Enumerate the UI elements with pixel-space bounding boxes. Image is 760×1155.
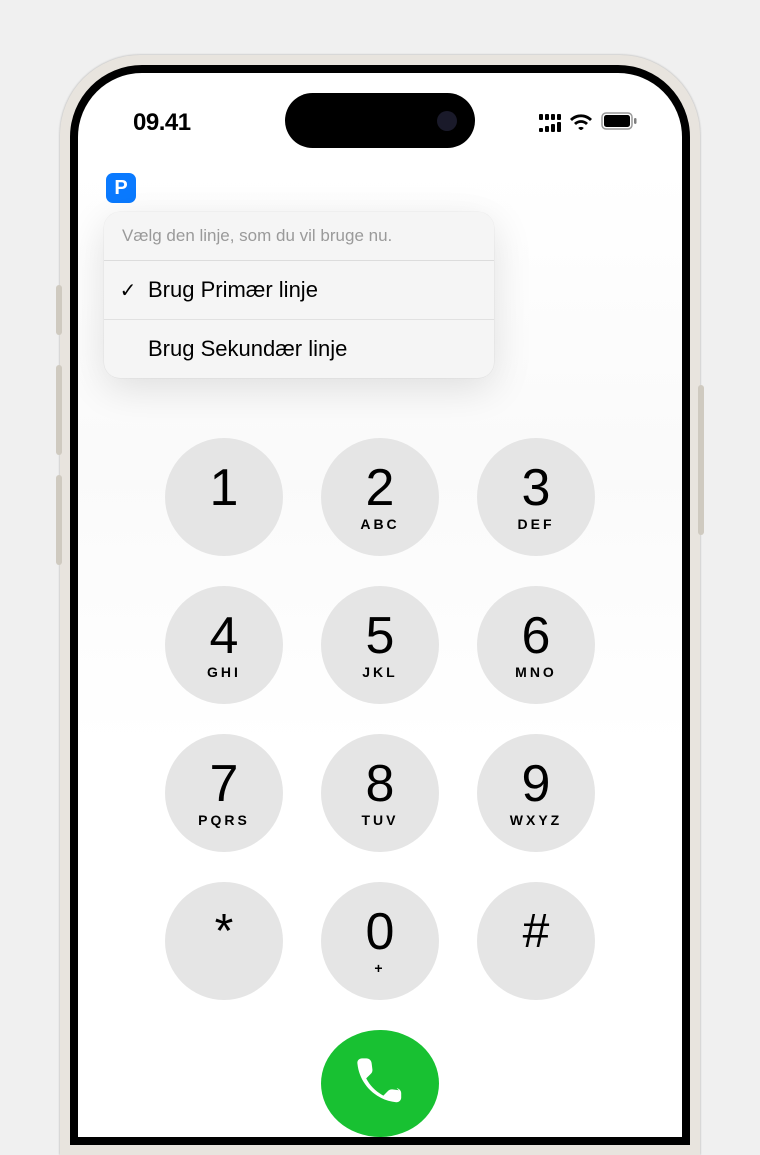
battery-icon (601, 112, 637, 135)
keypad-key-2[interactable]: 2 ABC (321, 438, 439, 556)
key-digit: 0 (366, 906, 395, 958)
line-selector-popover: Vælg den linje, som du vil bruge nu. ✓ B… (104, 212, 494, 378)
key-letters: TUV (362, 812, 399, 828)
keypad-key-7[interactable]: 7 PQRS (165, 734, 283, 852)
keypad-container: 1 2 ABC 3 DEF 4 GHI (78, 438, 682, 1137)
key-letters: DEF (518, 516, 555, 532)
key-digit: # (523, 908, 550, 956)
keypad: 1 2 ABC 3 DEF 4 GHI (165, 438, 595, 1000)
keypad-key-0[interactable]: 0 + (321, 882, 439, 1000)
phone-bezel: 09.41 (70, 65, 690, 1145)
volume-up-button (56, 365, 62, 455)
phone-frame: 09.41 (60, 55, 700, 1155)
volume-down-button (56, 475, 62, 565)
key-digit: * (215, 908, 234, 956)
call-button[interactable] (321, 1030, 439, 1137)
status-icons (539, 112, 637, 135)
key-digit: 4 (210, 610, 239, 662)
power-button (698, 385, 704, 535)
key-letters: GHI (207, 664, 241, 680)
checkmark-icon: ✓ (118, 278, 138, 303)
key-letters: WXYZ (510, 812, 562, 828)
phone-app-content: P Vælg den linje, som du vil bruge nu. ✓… (78, 168, 682, 1137)
line-option-label: Brug Sekundær linje (148, 336, 347, 362)
line-option-primary[interactable]: ✓ Brug Primær linje (104, 261, 494, 320)
line-option-secondary[interactable]: Brug Sekundær linje (104, 320, 494, 378)
key-digit: 6 (522, 610, 551, 662)
key-letters: ABC (360, 516, 399, 532)
key-digit: 2 (366, 462, 395, 514)
key-digit: 5 (366, 610, 395, 662)
key-letters: PQRS (198, 812, 250, 828)
keypad-key-3[interactable]: 3 DEF (477, 438, 595, 556)
key-digit: 9 (522, 758, 551, 810)
wifi-icon (569, 112, 593, 135)
keypad-key-8[interactable]: 8 TUV (321, 734, 439, 852)
keypad-key-6[interactable]: 6 MNO (477, 586, 595, 704)
key-letters: MNO (515, 664, 557, 680)
key-digit: 3 (522, 462, 551, 514)
keypad-key-9[interactable]: 9 WXYZ (477, 734, 595, 852)
silent-switch (56, 285, 62, 335)
keypad-key-4[interactable]: 4 GHI (165, 586, 283, 704)
key-letters: JKL (362, 664, 397, 680)
phone-icon (356, 1057, 404, 1110)
keypad-key-1[interactable]: 1 (165, 438, 283, 556)
key-letters: + (374, 960, 385, 976)
cellular-dual-sim-icon (539, 114, 561, 132)
key-digit: 1 (210, 462, 239, 514)
keypad-key-star[interactable]: * (165, 882, 283, 1000)
keypad-key-5[interactable]: 5 JKL (321, 586, 439, 704)
dynamic-island (285, 93, 475, 148)
keypad-key-hash[interactable]: # (477, 882, 595, 1000)
line-option-label: Brug Primær linje (148, 277, 318, 303)
key-digit: 8 (366, 758, 395, 810)
key-digit: 7 (210, 758, 239, 810)
line-selector-button[interactable]: P (106, 173, 136, 203)
status-time: 09.41 (133, 109, 191, 137)
screen: 09.41 (78, 73, 682, 1137)
popover-header: Vælg den linje, som du vil bruge nu. (104, 212, 494, 261)
